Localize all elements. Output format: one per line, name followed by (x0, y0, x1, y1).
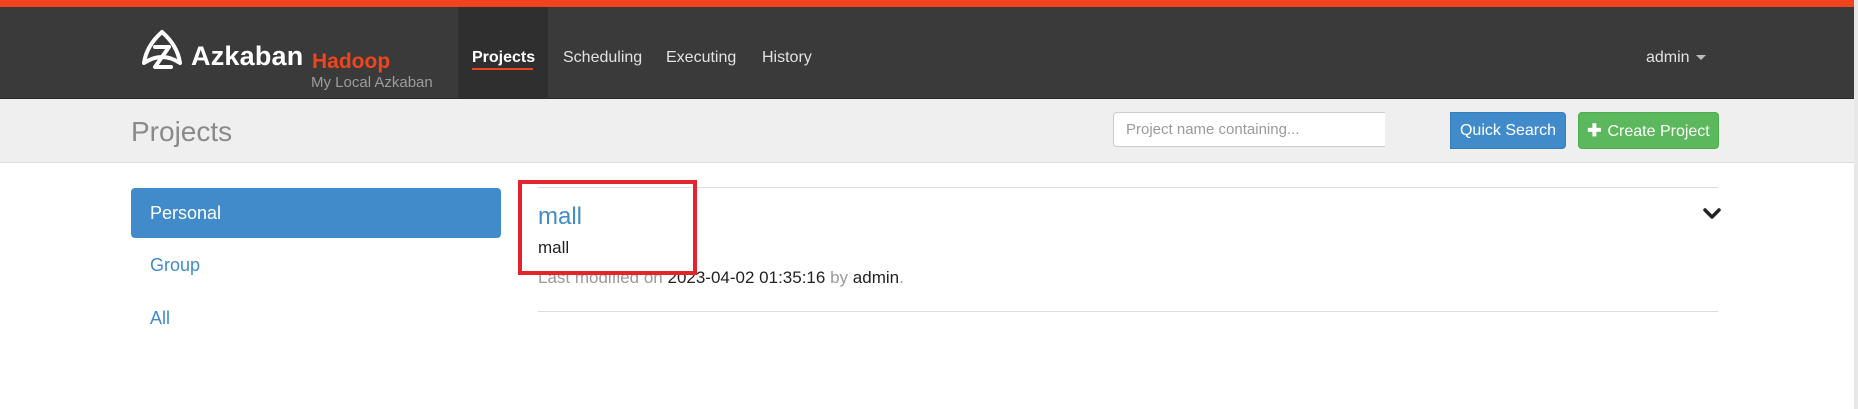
modified-by-user: admin (852, 268, 900, 287)
brand-subtitle: Hadoop (312, 50, 391, 73)
brand-description: My Local Azkaban (311, 74, 433, 91)
project-list-top-divider (538, 187, 1718, 188)
user-menu[interactable]: admin (1646, 49, 1706, 67)
page-title: Projects (131, 116, 233, 147)
caret-down-icon (1695, 55, 1706, 61)
sidebar-item-all[interactable]: All (131, 293, 501, 343)
quick-search-button[interactable]: Quick Search (1450, 112, 1566, 149)
sidebar-item-group[interactable]: Group (131, 240, 501, 290)
modified-suffix: . (899, 268, 904, 287)
nav-projects[interactable]: Projects (472, 49, 535, 67)
brand-name[interactable]: Azkaban (191, 41, 303, 72)
modified-by-text: by (830, 268, 849, 287)
nav-history[interactable]: History (762, 49, 812, 67)
page-scrollbar[interactable] (1854, 0, 1858, 409)
create-project-button[interactable]: ✚ Create Project (1578, 112, 1719, 149)
navbar: Azkaban Hadoop My Local Azkaban Projects… (0, 7, 1858, 99)
create-project-label: Create Project (1607, 123, 1710, 140)
chevron-down-icon[interactable] (1703, 207, 1721, 221)
user-name: admin (1646, 49, 1690, 66)
top-accent-line (0, 0, 1858, 7)
annotation-highlight-box (518, 180, 697, 275)
azkaban-logo-icon[interactable] (140, 29, 184, 77)
nav-executing[interactable]: Executing (666, 49, 736, 67)
project-search-input[interactable] (1113, 112, 1385, 147)
nav-active-underline (472, 68, 533, 70)
project-list-bottom-divider (538, 311, 1718, 312)
sidebar-item-personal[interactable]: Personal (131, 188, 501, 238)
plus-icon: ✚ (1587, 121, 1602, 140)
nav-scheduling[interactable]: Scheduling (563, 49, 642, 67)
